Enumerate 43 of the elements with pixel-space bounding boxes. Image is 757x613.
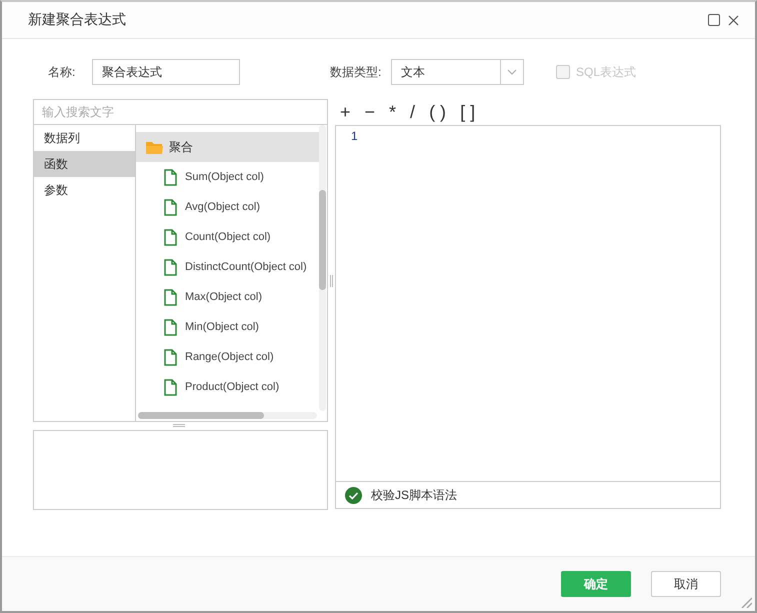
function-item[interactable]: Avg(Object col): [136, 192, 327, 222]
category-item[interactable]: 数据列: [34, 125, 135, 151]
operator-button[interactable]: −: [360, 101, 380, 123]
operator-button[interactable]: [ ]: [455, 101, 480, 123]
operator-button[interactable]: ( ): [424, 101, 452, 123]
window-title: 新建聚合表达式: [28, 11, 127, 29]
function-item[interactable]: Count(Object col): [136, 222, 327, 252]
code-editor[interactable]: 1 校验JS脚本语法: [335, 125, 721, 509]
cancel-button[interactable]: 取消: [651, 571, 721, 597]
document-icon: [164, 378, 177, 396]
name-label: 名称:: [47, 64, 76, 80]
document-icon: [164, 228, 177, 246]
line-number: 1: [351, 129, 359, 143]
document-icon: [164, 168, 177, 186]
document-icon: [164, 258, 177, 276]
function-item[interactable]: Min(Object col): [136, 312, 327, 342]
function-item[interactable]: DistinctCount(Object col): [136, 252, 327, 282]
document-icon: [164, 198, 177, 216]
data-type-dropdown[interactable]: 文本: [391, 59, 524, 85]
validate-syntax-label[interactable]: 校验JS脚本语法: [371, 486, 458, 504]
document-icon: [164, 288, 177, 306]
search-field[interactable]: 输入搜索文字: [33, 99, 328, 125]
function-item[interactable]: Sum(Object col): [136, 162, 327, 192]
data-type-label: 数据类型:: [330, 64, 382, 80]
category-item[interactable]: 函数: [34, 151, 135, 177]
close-icon[interactable]: [728, 14, 739, 26]
maximize-icon[interactable]: [708, 14, 720, 26]
check-circle-icon: [345, 486, 362, 504]
horizontal-scrollbar[interactable]: [138, 412, 317, 419]
document-icon: [164, 318, 177, 336]
name-field[interactable]: 聚合表达式: [92, 59, 240, 85]
category-item[interactable]: 参数: [34, 177, 135, 203]
operator-button[interactable]: +: [335, 101, 356, 123]
operator-button[interactable]: *: [384, 101, 402, 123]
function-item[interactable]: Range(Object col): [136, 342, 327, 372]
vertical-scrollbar[interactable]: [319, 125, 326, 411]
function-item[interactable]: Product(Object col): [136, 372, 327, 402]
document-icon: [164, 348, 177, 366]
caret-icon: [507, 69, 517, 75]
resize-grip-icon[interactable]: [740, 596, 752, 608]
operator-button[interactable]: /: [405, 101, 420, 123]
tree-folder[interactable]: 聚合: [136, 132, 319, 162]
function-item[interactable]: Max(Object col): [136, 282, 327, 312]
